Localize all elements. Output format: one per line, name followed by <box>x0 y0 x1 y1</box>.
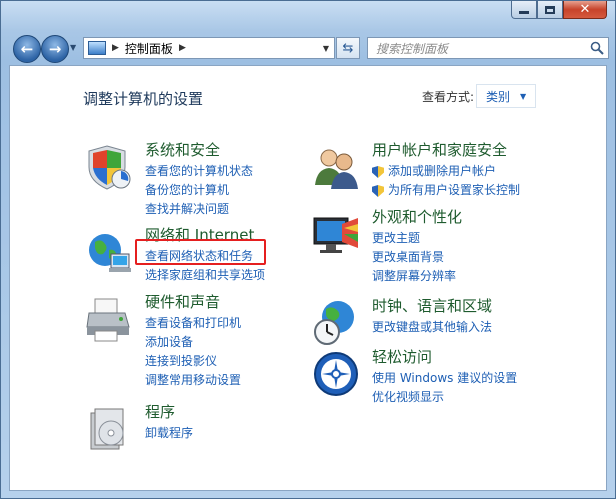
search-placeholder: 搜索控制面板 <box>376 41 449 56</box>
link-change-theme[interactable]: 更改主题 <box>372 229 456 248</box>
main-content: 调整计算机的设置 查看方式: 类别 ▼ 系统和安全 查看您的计算机状态 备份您的计… <box>9 65 607 491</box>
search-icon[interactable] <box>590 41 604 55</box>
back-arrow-icon: ← <box>20 40 34 58</box>
category-title-clock-region[interactable]: 时钟、语言和区域 <box>372 295 492 316</box>
highlight-annotation-box <box>135 239 266 265</box>
view-by-value: 类别 <box>486 89 511 104</box>
system-security-shield-icon[interactable] <box>85 143 133 191</box>
link-add-remove-user[interactable]: 添加或删除用户帐户 <box>372 162 520 181</box>
minimize-button[interactable] <box>511 1 537 19</box>
appearance-monitor-icon[interactable] <box>312 210 360 258</box>
programs-disc-box-icon[interactable] <box>85 405 133 453</box>
link-parental-controls[interactable]: 为所有用户设置家长控制 <box>372 181 520 200</box>
caption-buttons: ✕ <box>511 1 607 19</box>
link-view-computer-status[interactable]: 查看您的计算机状态 <box>145 162 253 181</box>
maximize-icon <box>545 5 555 14</box>
navigation-toolbar: ← → ▼ ▶ 控制面板 ▶ ▼ ⇆ 搜索控制面板 <box>9 33 609 63</box>
network-globe-icon[interactable] <box>85 228 133 276</box>
minimize-icon <box>519 11 529 14</box>
link-homegroup-sharing[interactable]: 选择家庭组和共享选项 <box>145 266 265 285</box>
breadcrumb-chevron-icon[interactable]: ▶ <box>112 43 119 53</box>
link-screen-resolution[interactable]: 调整屏幕分辨率 <box>372 267 456 286</box>
category-title-appearance[interactable]: 外观和个性化 <box>372 206 462 227</box>
breadcrumb-chevron-icon[interactable]: ▶ <box>179 43 186 53</box>
view-by-label: 查看方式: <box>422 90 475 104</box>
link-recommended-settings[interactable]: 使用 Windows 建议的设置 <box>372 369 517 388</box>
link-troubleshoot[interactable]: 查找并解决问题 <box>145 200 253 219</box>
category-title-hardware-sound[interactable]: 硬件和声音 <box>145 291 220 312</box>
link-add-device[interactable]: 添加设备 <box>145 333 241 352</box>
maximize-button[interactable] <box>537 1 563 19</box>
user-accounts-icon[interactable] <box>312 143 360 191</box>
page-title: 调整计算机的设置 <box>83 90 204 108</box>
chevron-down-icon: ▼ <box>520 91 527 101</box>
breadcrumb-control-panel[interactable]: 控制面板 <box>125 40 173 57</box>
view-by-select[interactable]: 类别 ▼ <box>476 84 536 108</box>
link-desktop-background[interactable]: 更改桌面背景 <box>372 248 456 267</box>
link-optimize-display[interactable]: 优化视频显示 <box>372 388 517 407</box>
category-title-ease-of-access[interactable]: 轻松访问 <box>372 346 432 367</box>
close-icon: ✕ <box>579 2 591 17</box>
recent-pages-dropdown[interactable]: ▼ <box>70 43 76 52</box>
close-button[interactable]: ✕ <box>563 1 607 19</box>
printer-icon[interactable] <box>85 295 133 343</box>
link-devices-printers[interactable]: 查看设备和打印机 <box>145 314 241 333</box>
back-button[interactable]: ← <box>13 35 41 63</box>
category-title-programs[interactable]: 程序 <box>145 401 175 422</box>
refresh-button[interactable]: ⇆ <box>336 37 360 59</box>
forward-arrow-icon: → <box>48 40 62 58</box>
address-dropdown-icon[interactable]: ▼ <box>323 44 329 53</box>
link-mobility-settings[interactable]: 调整常用移动设置 <box>145 371 241 390</box>
search-input[interactable]: 搜索控制面板 <box>367 37 609 59</box>
link-backup-computer[interactable]: 备份您的计算机 <box>145 181 253 200</box>
link-connect-projector[interactable]: 连接到投影仪 <box>145 352 241 371</box>
control-panel-window: ✕ ← → ▼ ▶ 控制面板 ▶ ▼ ⇆ 搜索控制面板 调整计算机的设置 查看方… <box>0 0 616 499</box>
refresh-icon: ⇆ <box>342 40 354 56</box>
link-uninstall-program[interactable]: 卸载程序 <box>145 424 193 443</box>
forward-button[interactable]: → <box>41 35 69 63</box>
control-panel-icon <box>88 41 106 55</box>
ease-of-access-icon[interactable] <box>312 350 360 398</box>
clock-globe-icon[interactable] <box>312 299 360 347</box>
link-change-keyboard[interactable]: 更改键盘或其他输入法 <box>372 318 492 337</box>
category-title-user-accounts[interactable]: 用户帐户和家庭安全 <box>372 139 507 160</box>
category-title-system-security[interactable]: 系统和安全 <box>145 139 220 160</box>
address-bar[interactable]: ▶ 控制面板 ▶ ▼ <box>83 37 335 59</box>
